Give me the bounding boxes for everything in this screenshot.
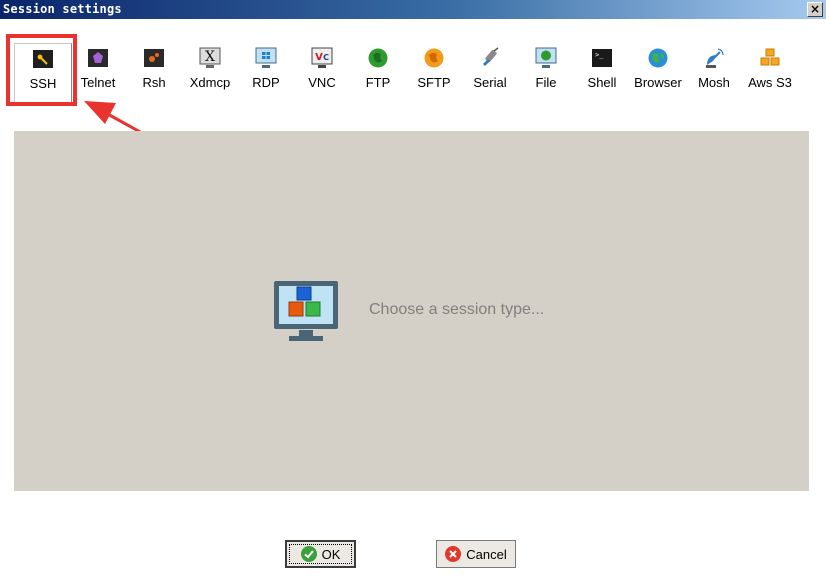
ftp-icon xyxy=(368,48,388,68)
session-type-file[interactable]: File xyxy=(518,43,574,103)
ok-button[interactable]: OK xyxy=(285,540,356,568)
aws-s3-icon xyxy=(760,48,780,66)
svg-text:>_: >_ xyxy=(595,51,604,59)
session-type-browser[interactable]: Browser xyxy=(630,43,686,103)
session-type-label: Aws S3 xyxy=(748,75,792,90)
session-type-rdp[interactable]: RDP xyxy=(238,43,294,103)
rsh-icon xyxy=(144,49,164,67)
svg-text:C: C xyxy=(323,53,329,62)
session-content-panel: Choose a session type... xyxy=(14,131,809,491)
session-type-sftp[interactable]: SFTP xyxy=(406,43,462,103)
svg-text:X: X xyxy=(205,49,215,65)
ssh-key-icon xyxy=(33,50,53,68)
session-type-ftp[interactable]: FTP xyxy=(350,43,406,103)
close-button[interactable]: × xyxy=(807,2,823,17)
sftp-icon xyxy=(424,48,444,68)
choose-session-hint: Choose a session type... xyxy=(369,301,545,318)
session-type-rsh[interactable]: Rsh xyxy=(126,43,182,103)
ok-label: OK xyxy=(321,546,341,562)
serial-icon xyxy=(482,47,499,67)
browser-icon xyxy=(648,48,668,68)
cancel-button[interactable]: Cancel xyxy=(436,540,516,568)
session-type-vnc[interactable]: V C VNC xyxy=(294,43,350,103)
file-icon xyxy=(535,47,557,68)
window-title: Session settings xyxy=(3,2,122,16)
title-bar: Session settings × xyxy=(0,0,826,19)
telnet-icon xyxy=(88,49,108,67)
shell-icon: >_ xyxy=(592,49,612,67)
cancel-x-icon xyxy=(445,546,462,562)
mosh-icon xyxy=(706,48,724,68)
session-type-serial[interactable]: Serial xyxy=(462,43,518,103)
session-type-telnet[interactable]: Telnet xyxy=(70,43,126,103)
cancel-label: Cancel xyxy=(466,546,507,562)
session-type-aws-s3[interactable]: Aws S3 xyxy=(742,43,798,103)
session-monitor-icon xyxy=(274,281,338,341)
session-type-shell[interactable]: >_ Shell xyxy=(574,43,630,103)
vnc-icon: V C xyxy=(311,47,333,68)
xdmcp-icon: X xyxy=(199,47,221,68)
svg-text:V: V xyxy=(315,52,323,63)
session-type-mosh[interactable]: Mosh xyxy=(686,43,742,103)
session-type-ssh[interactable]: SSH xyxy=(14,43,72,105)
rdp-icon xyxy=(255,47,277,68)
session-type-toolbar: SSH Telnet Rsh X Xdmcp RDP V C VNC FTP S… xyxy=(0,19,826,109)
session-type-xdmcp[interactable]: X Xdmcp xyxy=(182,43,238,103)
check-icon xyxy=(300,546,317,562)
